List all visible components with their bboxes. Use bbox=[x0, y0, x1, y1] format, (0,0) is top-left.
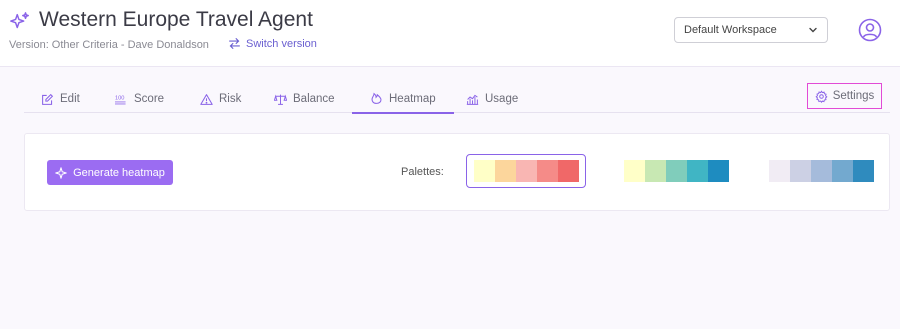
tab-edit[interactable]: Edit bbox=[41, 85, 80, 113]
palette-swatch bbox=[515, 160, 537, 182]
heatmap-icon bbox=[371, 92, 382, 104]
sparkle-icon bbox=[55, 166, 67, 179]
palette-option[interactable] bbox=[616, 154, 736, 188]
gear-icon bbox=[815, 89, 828, 103]
palette-swatch bbox=[852, 160, 874, 182]
palette-swatch bbox=[707, 160, 729, 182]
settings-label: Settings bbox=[832, 90, 875, 102]
tab-heatmap[interactable]: Heatmap bbox=[352, 85, 454, 114]
palette-swatch bbox=[536, 160, 558, 182]
palettes-label: Palettes: bbox=[401, 166, 444, 178]
balance-scale-icon bbox=[274, 94, 287, 105]
palette-option[interactable] bbox=[761, 154, 881, 188]
chevron-down-icon bbox=[809, 27, 817, 33]
generate-heatmap-button[interactable]: Generate heatmap bbox=[47, 160, 173, 185]
app-header: Western Europe Travel Agent Version: Oth… bbox=[0, 0, 900, 67]
tab-balance[interactable]: Balance bbox=[274, 85, 335, 113]
user-avatar-icon[interactable] bbox=[858, 18, 882, 42]
palette-swatch bbox=[665, 160, 687, 182]
edit-icon bbox=[42, 93, 54, 105]
palette-swatch bbox=[768, 160, 790, 182]
palette-swatch bbox=[494, 160, 516, 182]
switch-icon bbox=[229, 38, 240, 49]
switch-version-label: Switch version bbox=[246, 37, 317, 50]
usage-chart-icon bbox=[466, 94, 479, 105]
palette-swatch bbox=[789, 160, 811, 182]
page-title: Western Europe Travel Agent bbox=[39, 8, 313, 31]
tab-score-label: Score bbox=[134, 93, 165, 105]
generate-heatmap-label: Generate heatmap bbox=[73, 166, 165, 179]
tab-usage-label: Usage bbox=[485, 93, 519, 105]
svg-text:100: 100 bbox=[115, 95, 124, 101]
palette-swatch bbox=[623, 160, 645, 182]
tab-balance-label: Balance bbox=[293, 93, 335, 105]
palette-swatch bbox=[557, 160, 579, 182]
tab-heatmap-label: Heatmap bbox=[389, 92, 436, 105]
workspace-select[interactable]: Default Workspace bbox=[674, 17, 828, 43]
heatmap-card: Generate heatmap Palettes: bbox=[24, 133, 890, 211]
sparkle-icon bbox=[10, 12, 29, 29]
warning-icon bbox=[200, 93, 213, 105]
tab-bar: Edit 100 Score Risk Balance Heatmap Usag… bbox=[24, 85, 890, 114]
tab-risk[interactable]: Risk bbox=[200, 85, 241, 113]
palette-swatch bbox=[831, 160, 853, 182]
tab-score[interactable]: 100 Score bbox=[115, 85, 164, 113]
settings-button[interactable]: Settings bbox=[807, 83, 882, 109]
tab-usage[interactable]: Usage bbox=[466, 85, 518, 113]
palette-swatch bbox=[473, 160, 495, 182]
version-text: Version: Other Criteria - Dave Donaldson bbox=[9, 39, 209, 51]
palette-option[interactable] bbox=[466, 154, 586, 188]
palette-swatch bbox=[810, 160, 832, 182]
main-content: Edit 100 Score Risk Balance Heatmap Usag… bbox=[0, 67, 900, 329]
palette-swatch bbox=[686, 160, 708, 182]
workspace-selected-value: Default Workspace bbox=[684, 24, 777, 36]
score-icon: 100 bbox=[115, 95, 126, 104]
switch-version-link[interactable]: Switch version bbox=[228, 37, 317, 50]
tab-risk-label: Risk bbox=[219, 93, 242, 105]
tab-edit-label: Edit bbox=[60, 93, 80, 105]
palette-swatch bbox=[644, 160, 666, 182]
